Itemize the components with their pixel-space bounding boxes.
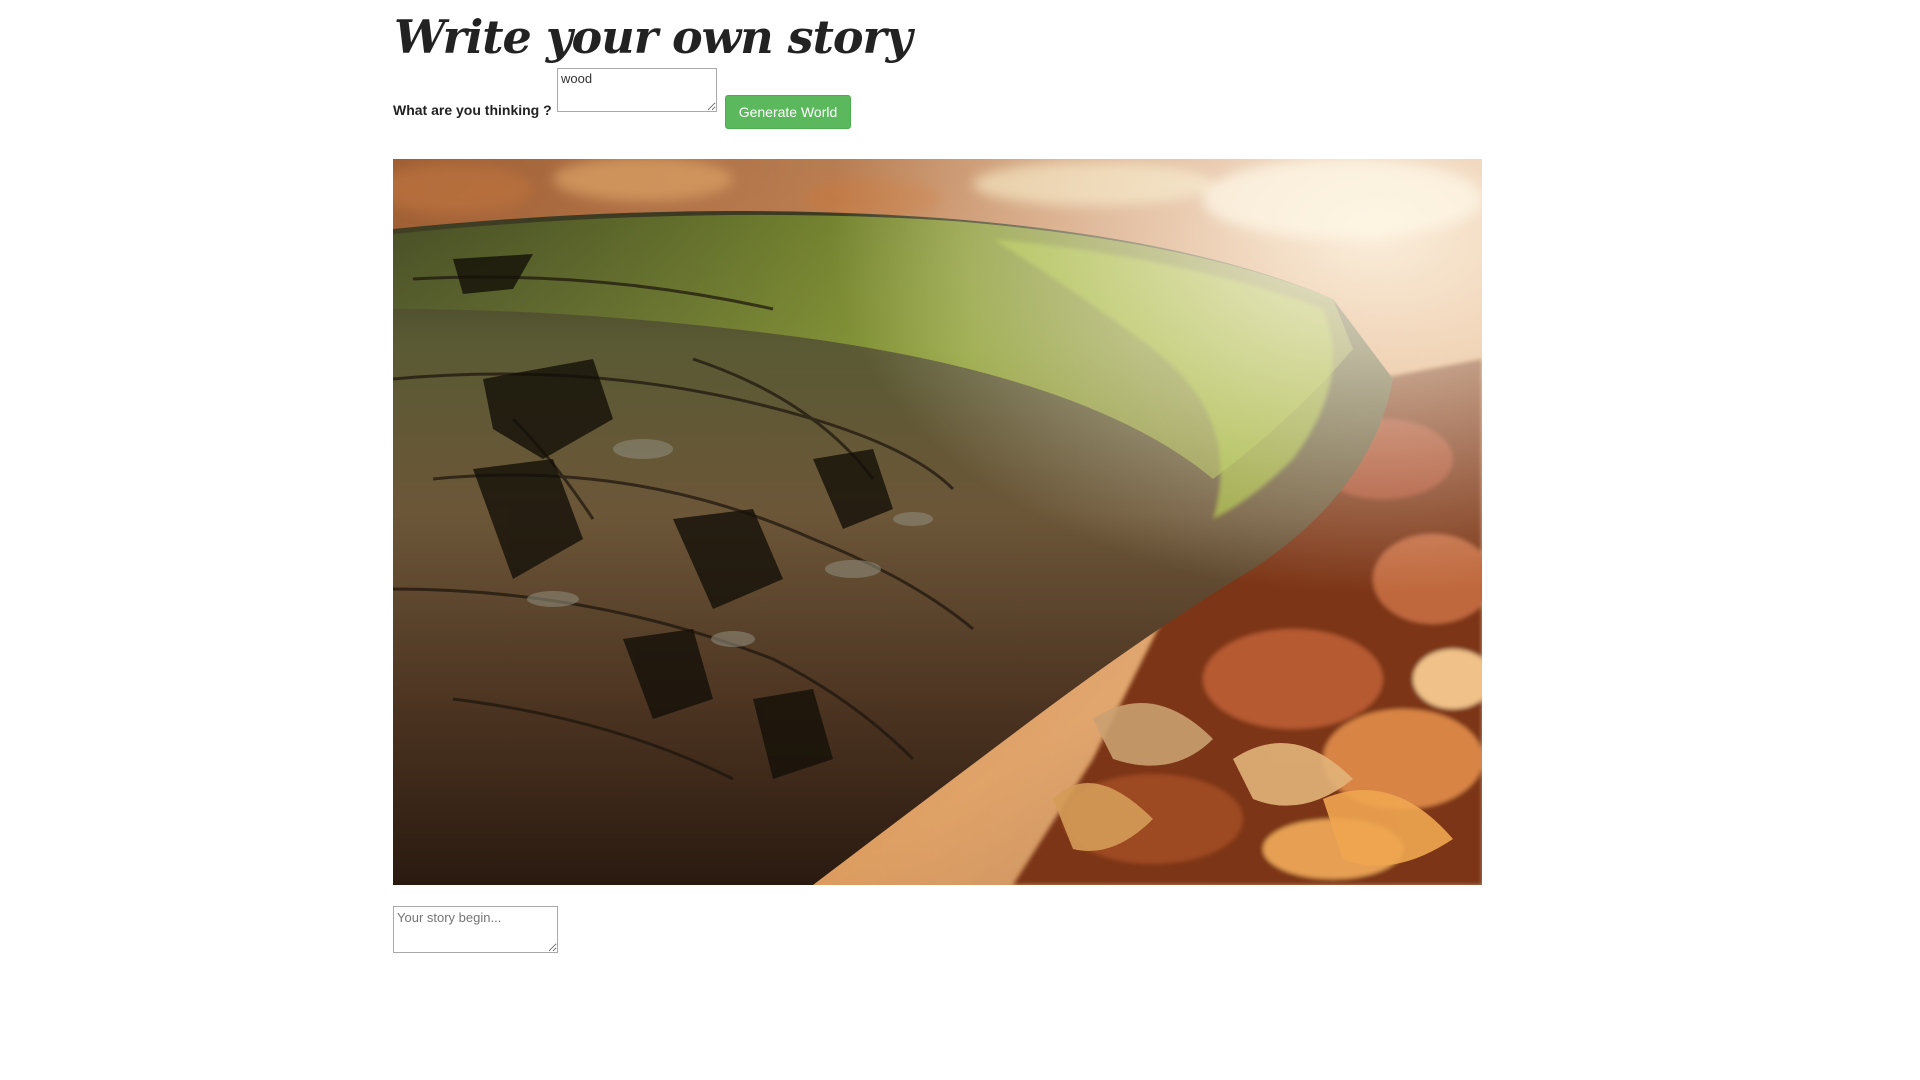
forest-log-photo	[393, 159, 1482, 885]
story-input[interactable]	[393, 906, 558, 953]
generate-world-button[interactable]: Generate World	[725, 95, 851, 129]
world-image	[393, 159, 1482, 885]
prompt-input[interactable]	[557, 68, 717, 112]
page-title: Write your own story	[394, 10, 912, 64]
page: Write your own story What are you thinki…	[0, 0, 1920, 1080]
prompt-label: What are you thinking ?	[393, 102, 552, 118]
